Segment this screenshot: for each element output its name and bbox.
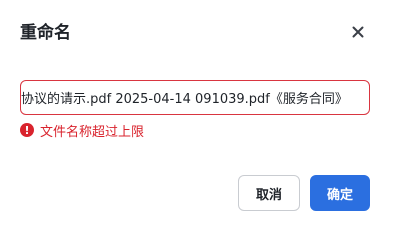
cancel-button[interactable]: 取消 <box>238 175 300 211</box>
dialog-title: 重命名 <box>20 23 71 43</box>
confirm-button[interactable]: 确定 <box>310 175 370 211</box>
close-icon <box>352 26 364 38</box>
exclamation-circle-icon: ! <box>20 123 34 137</box>
error-message: ! 文件名称超过上限 <box>20 121 145 140</box>
rename-dialog: 重命名 ! 文件名称超过上限 取消 确定 <box>0 0 397 231</box>
close-button[interactable] <box>346 20 370 44</box>
filename-input[interactable] <box>21 81 369 114</box>
filename-field <box>20 80 370 115</box>
error-text: 文件名称超过上限 <box>40 124 145 140</box>
